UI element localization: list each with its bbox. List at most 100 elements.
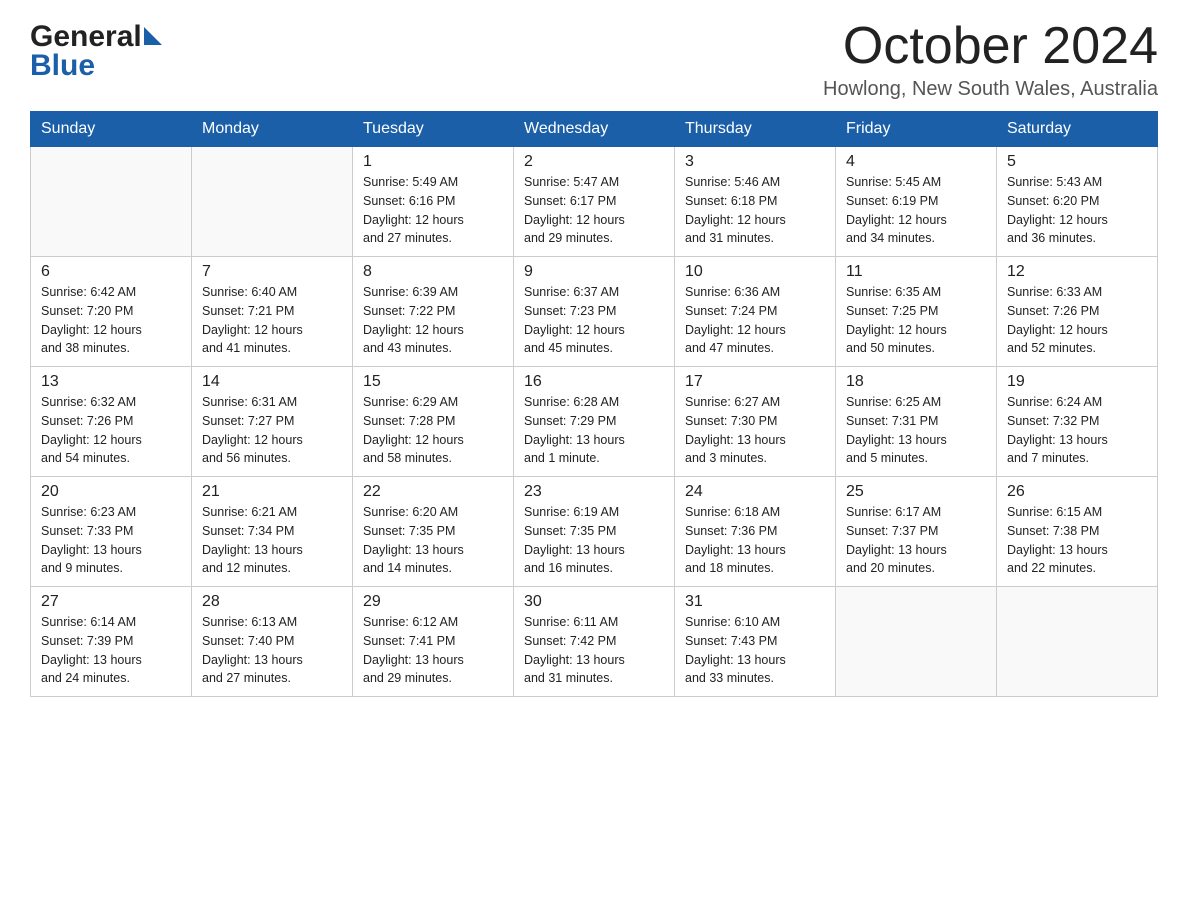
day-info: Sunrise: 6:19 AM Sunset: 7:35 PM Dayligh… <box>524 503 664 578</box>
calendar-cell: 12Sunrise: 6:33 AM Sunset: 7:26 PM Dayli… <box>997 257 1158 367</box>
calendar-week-row-4: 20 Sunrise: 6:23 AM Sunset: 7:33 PM Dayli… <box>31 477 1158 587</box>
calendar-cell <box>192 147 353 257</box>
calendar-cell: 6 Sunrise: 6:42 AM Sunset: 7:20 PM Daylig… <box>31 257 192 367</box>
day-info: Sunrise: 6:28 AM Sunset: 7:29 PM Dayligh… <box>524 393 664 468</box>
calendar-cell: 31 Sunrise: 6:10 AM Sunset: 7:43 PM Dayli… <box>675 587 836 697</box>
day-info: Sunrise: 6:25 AM Sunset: 7:31 PM Dayligh… <box>846 393 986 468</box>
month-title: October 2024 <box>823 20 1158 72</box>
day-number: 8 <box>363 263 503 281</box>
day-info: Sunrise: 6:40 AM Sunset: 7:21 PM Dayligh… <box>202 283 342 358</box>
day-info: Sunrise: 6:27 AM Sunset: 7:30 PM Dayligh… <box>685 393 825 468</box>
day-info: Sunrise: 6:17 AM Sunset: 7:37 PM Dayligh… <box>846 503 986 578</box>
day-info: Sunrise: 5:46 AM Sunset: 6:18 PM Dayligh… <box>685 173 825 248</box>
day-info: Sunrise: 6:20 AM Sunset: 7:35 PM Dayligh… <box>363 503 503 578</box>
day-info: Sunrise: 6:12 AM Sunset: 7:41 PM Dayligh… <box>363 613 503 688</box>
day-number: 3 <box>685 153 825 171</box>
calendar-cell: 4 Sunrise: 5:45 AM Sunset: 6:19 PM Daylig… <box>836 147 997 257</box>
calendar-cell: 25 Sunrise: 6:17 AM Sunset: 7:37 PM Dayli… <box>836 477 997 587</box>
calendar-cell: 18 Sunrise: 6:25 AM Sunset: 7:31 PM Dayli… <box>836 367 997 477</box>
calendar-cell: 8Sunrise: 6:39 AM Sunset: 7:22 PM Daylig… <box>353 257 514 367</box>
calendar-cell <box>836 587 997 697</box>
calendar-cell: 17 Sunrise: 6:27 AM Sunset: 7:30 PM Dayli… <box>675 367 836 477</box>
day-number: 16 <box>524 373 664 391</box>
calendar-cell: 21Sunrise: 6:21 AM Sunset: 7:34 PM Dayli… <box>192 477 353 587</box>
calendar-cell: 30 Sunrise: 6:11 AM Sunset: 7:42 PM Dayli… <box>514 587 675 697</box>
day-number: 2 <box>524 153 664 171</box>
calendar-cell: 2 Sunrise: 5:47 AM Sunset: 6:17 PM Daylig… <box>514 147 675 257</box>
day-number: 18 <box>846 373 986 391</box>
calendar-cell: 23 Sunrise: 6:19 AM Sunset: 7:35 PM Dayli… <box>514 477 675 587</box>
calendar-cell: 24 Sunrise: 6:18 AM Sunset: 7:36 PM Dayli… <box>675 477 836 587</box>
day-number: 5 <box>1007 153 1147 171</box>
col-monday: Monday <box>192 112 353 147</box>
day-number: 27 <box>41 593 181 611</box>
logo: General Blue <box>30 20 162 82</box>
day-number: 26 <box>1007 483 1147 501</box>
day-info: Sunrise: 6:11 AM Sunset: 7:42 PM Dayligh… <box>524 613 664 688</box>
calendar-cell: 29 Sunrise: 6:12 AM Sunset: 7:41 PM Dayli… <box>353 587 514 697</box>
day-number: 19 <box>1007 373 1147 391</box>
day-info: Sunrise: 5:49 AM Sunset: 6:16 PM Dayligh… <box>363 173 503 248</box>
day-info: Sunrise: 6:37 AM Sunset: 7:23 PM Dayligh… <box>524 283 664 358</box>
day-info: Sunrise: 6:14 AM Sunset: 7:39 PM Dayligh… <box>41 613 181 688</box>
calendar-cell: 3 Sunrise: 5:46 AM Sunset: 6:18 PM Daylig… <box>675 147 836 257</box>
day-number: 17 <box>685 373 825 391</box>
calendar-cell: 16 Sunrise: 6:28 AM Sunset: 7:29 PM Dayli… <box>514 367 675 477</box>
day-info: Sunrise: 5:45 AM Sunset: 6:19 PM Dayligh… <box>846 173 986 248</box>
day-number: 25 <box>846 483 986 501</box>
calendar-header-row: Sunday Monday Tuesday Wednesday Thursday… <box>31 112 1158 147</box>
col-sunday: Sunday <box>31 112 192 147</box>
day-number: 23 <box>524 483 664 501</box>
col-wednesday: Wednesday <box>514 112 675 147</box>
calendar-cell: 19Sunrise: 6:24 AM Sunset: 7:32 PM Dayli… <box>997 367 1158 477</box>
day-number: 24 <box>685 483 825 501</box>
day-info: Sunrise: 6:13 AM Sunset: 7:40 PM Dayligh… <box>202 613 342 688</box>
day-info: Sunrise: 6:10 AM Sunset: 7:43 PM Dayligh… <box>685 613 825 688</box>
day-number: 4 <box>846 153 986 171</box>
calendar-cell: 13Sunrise: 6:32 AM Sunset: 7:26 PM Dayli… <box>31 367 192 477</box>
day-number: 10 <box>685 263 825 281</box>
day-number: 1 <box>363 153 503 171</box>
calendar-cell <box>997 587 1158 697</box>
calendar-cell: 20 Sunrise: 6:23 AM Sunset: 7:33 PM Dayli… <box>31 477 192 587</box>
day-info: Sunrise: 6:35 AM Sunset: 7:25 PM Dayligh… <box>846 283 986 358</box>
calendar-week-row-1: 1 Sunrise: 5:49 AM Sunset: 6:16 PM Daylig… <box>31 147 1158 257</box>
calendar-cell: 14 Sunrise: 6:31 AM Sunset: 7:27 PM Dayli… <box>192 367 353 477</box>
day-number: 28 <box>202 593 342 611</box>
day-info: Sunrise: 6:31 AM Sunset: 7:27 PM Dayligh… <box>202 393 342 468</box>
day-number: 14 <box>202 373 342 391</box>
day-info: Sunrise: 6:18 AM Sunset: 7:36 PM Dayligh… <box>685 503 825 578</box>
day-number: 29 <box>363 593 503 611</box>
day-number: 15 <box>363 373 503 391</box>
col-friday: Friday <box>836 112 997 147</box>
day-number: 13 <box>41 373 181 391</box>
calendar-cell: 22Sunrise: 6:20 AM Sunset: 7:35 PM Dayli… <box>353 477 514 587</box>
day-info: Sunrise: 6:33 AM Sunset: 7:26 PM Dayligh… <box>1007 283 1147 358</box>
day-info: Sunrise: 5:43 AM Sunset: 6:20 PM Dayligh… <box>1007 173 1147 248</box>
day-number: 11 <box>846 263 986 281</box>
col-saturday: Saturday <box>997 112 1158 147</box>
title-block: October 2024 Howlong, New South Wales, A… <box>823 20 1158 101</box>
day-info: Sunrise: 6:21 AM Sunset: 7:34 PM Dayligh… <box>202 503 342 578</box>
calendar-cell: 7 Sunrise: 6:40 AM Sunset: 7:21 PM Daylig… <box>192 257 353 367</box>
calendar-cell: 26Sunrise: 6:15 AM Sunset: 7:38 PM Dayli… <box>997 477 1158 587</box>
day-number: 6 <box>41 263 181 281</box>
calendar-cell: 10 Sunrise: 6:36 AM Sunset: 7:24 PM Dayli… <box>675 257 836 367</box>
day-info: Sunrise: 6:36 AM Sunset: 7:24 PM Dayligh… <box>685 283 825 358</box>
calendar-cell: 15 Sunrise: 6:29 AM Sunset: 7:28 PM Dayli… <box>353 367 514 477</box>
logo-blue-text: Blue <box>30 49 162 82</box>
calendar-cell: 9Sunrise: 6:37 AM Sunset: 7:23 PM Daylig… <box>514 257 675 367</box>
day-info: Sunrise: 6:29 AM Sunset: 7:28 PM Dayligh… <box>363 393 503 468</box>
calendar-cell: 1 Sunrise: 5:49 AM Sunset: 6:16 PM Daylig… <box>353 147 514 257</box>
calendar-table: Sunday Monday Tuesday Wednesday Thursday… <box>30 111 1158 697</box>
day-number: 31 <box>685 593 825 611</box>
col-thursday: Thursday <box>675 112 836 147</box>
day-info: Sunrise: 6:42 AM Sunset: 7:20 PM Dayligh… <box>41 283 181 358</box>
day-info: Sunrise: 6:23 AM Sunset: 7:33 PM Dayligh… <box>41 503 181 578</box>
day-number: 20 <box>41 483 181 501</box>
day-number: 7 <box>202 263 342 281</box>
day-number: 30 <box>524 593 664 611</box>
day-info: Sunrise: 5:47 AM Sunset: 6:17 PM Dayligh… <box>524 173 664 248</box>
location-title: Howlong, New South Wales, Australia <box>823 78 1158 101</box>
calendar-cell: 28 Sunrise: 6:13 AM Sunset: 7:40 PM Dayli… <box>192 587 353 697</box>
